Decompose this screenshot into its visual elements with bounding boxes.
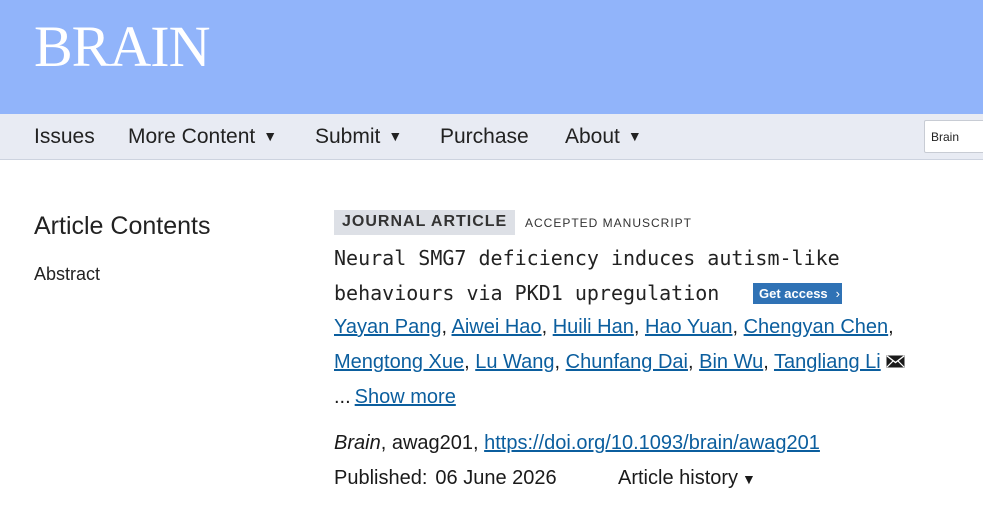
author-link[interactable]: Hao Yuan: [645, 316, 733, 338]
show-more-authors: ... Show more: [334, 386, 456, 409]
main-nav: Issues More Content ▼ Submit ▼ Purchase Ab…: [0, 114, 983, 160]
article-type-badge: JOURNAL ARTICLE: [334, 210, 516, 235]
nav-item-label: Submit: [315, 125, 381, 148]
author-separator: ,: [441, 316, 452, 338]
published-label: Published:: [334, 467, 428, 489]
article-id: , awag201,: [380, 432, 485, 454]
published-date: 06 June 2026: [435, 467, 557, 489]
author-link[interactable]: Bin Wu: [699, 351, 763, 373]
author-link[interactable]: Chunfang Dai: [566, 351, 688, 373]
nav-item-about[interactable]: About ▼: [565, 125, 642, 149]
search-scope-select[interactable]: Brain: [924, 120, 983, 153]
nav-item-issues[interactable]: Issues: [34, 125, 95, 149]
site-header: BRAIN: [0, 0, 983, 114]
author-separator: ,: [732, 316, 744, 338]
caret-down-icon: ▼: [263, 128, 278, 144]
author-separator: ,: [554, 351, 566, 373]
caret-down-icon: ▼: [742, 471, 756, 487]
caret-down-icon: ▼: [388, 128, 403, 144]
author-link[interactable]: Yayan Pang: [334, 316, 442, 338]
author-separator: ,: [464, 351, 476, 373]
article-history-label: Article history: [618, 467, 739, 489]
article-title-line-2: behaviours via PKD1 upregulation: [334, 281, 720, 305]
published-info: Published: 06 June 2026: [334, 467, 557, 490]
nav-item-label: About: [565, 125, 620, 148]
author-link[interactable]: Tangliang Li: [774, 351, 881, 373]
author-list-line-2: Mengtong Xue, Lu Wang, Chunfang Dai, Bin…: [334, 351, 905, 374]
nav-item-submit[interactable]: Submit ▼: [315, 125, 402, 149]
citation-line: Brain, awag201, https://doi.org/10.1093/…: [334, 432, 820, 455]
author-link[interactable]: Huili Han: [553, 316, 634, 338]
get-access-label: Get access: [759, 286, 828, 301]
nav-item-label: Purchase: [440, 125, 529, 148]
author-link[interactable]: Chengyan Chen: [744, 316, 889, 338]
author-link[interactable]: Mengtong Xue: [334, 351, 464, 373]
nav-item-label: Issues: [34, 125, 95, 148]
chevron-right-icon: ›: [835, 286, 841, 301]
sidebar-link-abstract[interactable]: Abstract: [34, 264, 100, 285]
journal-name: Brain: [334, 432, 381, 454]
author-separator: ,: [763, 351, 774, 373]
nav-item-more-content[interactable]: More Content ▼: [128, 125, 277, 149]
author-separator: ,: [888, 316, 894, 338]
article-contents-heading: Article Contents: [34, 212, 211, 240]
author-separator: ,: [633, 316, 645, 338]
show-more-link[interactable]: Show more: [355, 386, 456, 408]
author-separator: ,: [541, 316, 553, 338]
doi-link[interactable]: https://doi.org/10.1093/brain/awag201: [484, 432, 820, 454]
search-scope-label: Brain: [931, 130, 960, 144]
journal-logo[interactable]: BRAIN: [34, 18, 210, 76]
get-access-button[interactable]: Get access ›: [753, 283, 842, 304]
envelope-icon[interactable]: [886, 351, 905, 368]
nav-item-label: More Content: [128, 125, 256, 148]
ellipsis: ...: [334, 386, 351, 408]
nav-item-purchase[interactable]: Purchase: [440, 125, 529, 149]
author-link[interactable]: Aiwei Hao: [452, 316, 542, 338]
author-link[interactable]: Lu Wang: [475, 351, 554, 373]
author-list-line-1: Yayan Pang, Aiwei Hao, Huili Han, Hao Yu…: [334, 316, 894, 339]
article-status-badge: ACCEPTED MANUSCRIPT: [525, 216, 693, 230]
caret-down-icon: ▼: [627, 128, 642, 144]
article-title-line-1: Neural SMG7 deficiency induces autism-li…: [334, 246, 840, 270]
article-history-toggle[interactable]: Article history ▼: [618, 467, 756, 490]
author-separator: ,: [687, 351, 700, 373]
